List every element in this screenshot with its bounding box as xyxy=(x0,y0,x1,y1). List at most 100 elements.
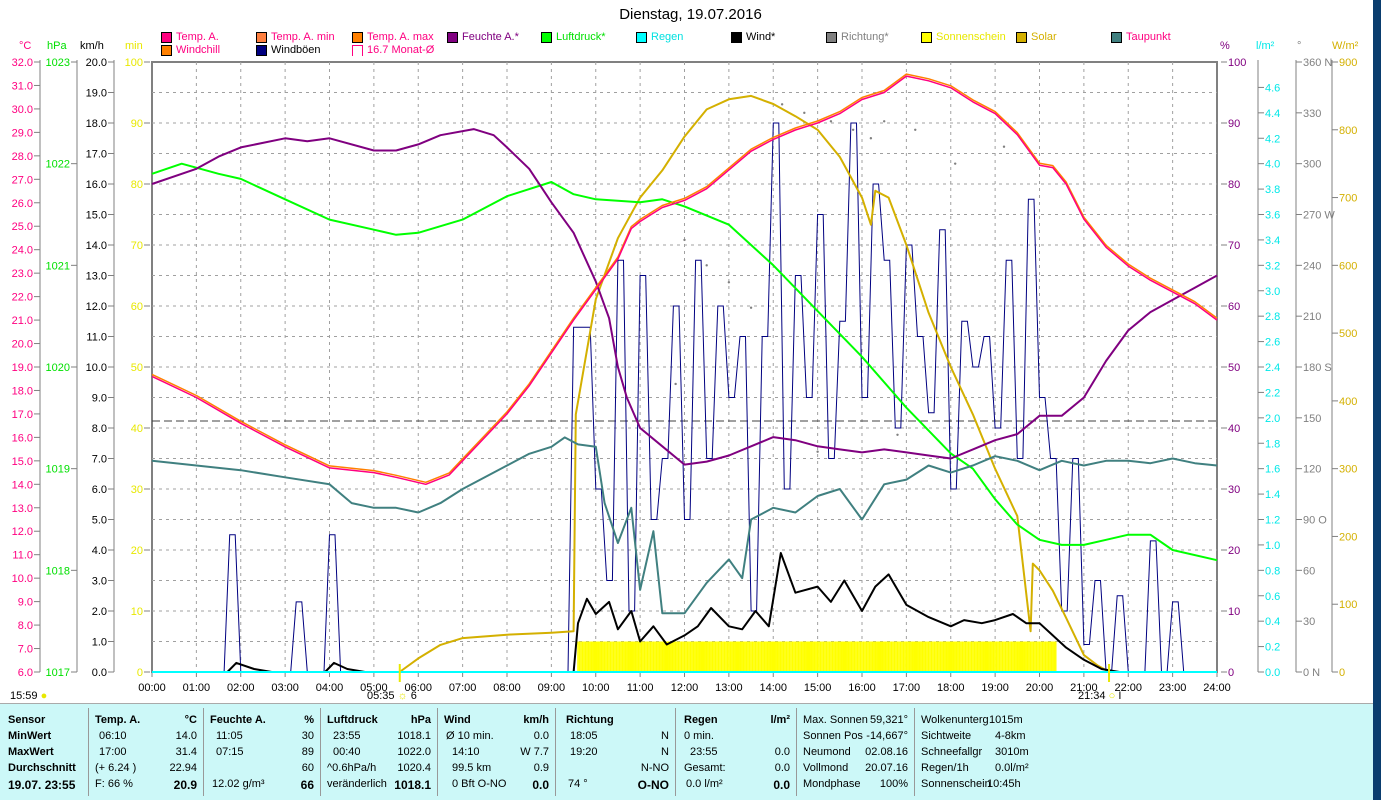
pressure-max-value: 1022.0 xyxy=(397,746,431,758)
unit-hpa: hPa xyxy=(47,40,67,52)
axis-label-lm2: 0.8 xyxy=(1265,565,1280,577)
humidity-min-value: 30 xyxy=(301,730,314,742)
axis-label-c: 7.0 xyxy=(18,644,33,656)
temp-min-time: 06:10 xyxy=(99,730,127,742)
axis-label-kmh: 18.0 xyxy=(86,118,107,130)
sunshine-label: Sonnenschein xyxy=(921,778,991,790)
axis-label-lm2: 2.0 xyxy=(1265,413,1280,425)
axis-label-lm2: 3.2 xyxy=(1265,260,1280,272)
direction-point xyxy=(674,382,677,386)
col-temp: Temp. A. °C 06:10 14.0 17:00 31.4 (+ 6.24 )… xyxy=(89,708,204,796)
axis-label-lm2: 1.2 xyxy=(1265,515,1280,527)
direction-point xyxy=(727,281,731,284)
sunrise-time: 05:35 ☼ 6 xyxy=(367,690,417,702)
sunrise-extra: 6 xyxy=(410,690,417,702)
direction-max-value: N xyxy=(661,746,669,758)
axis-label-min: 20 xyxy=(131,545,143,557)
col-wind: Wind km/h Ø 10 min. 0.0 14:10 W 7.7 99.5 km… xyxy=(438,708,556,796)
legend-swatch xyxy=(921,31,932,43)
x-tick-label: 20:00 xyxy=(1026,682,1054,694)
axis-label-lm2: 4.2 xyxy=(1265,133,1280,145)
axis-label-c: 8.0 xyxy=(18,620,33,632)
pressure-header: Luftdruck xyxy=(327,714,378,726)
axis-label-kmh: 6.0 xyxy=(92,484,107,496)
moon-icon: ● xyxy=(40,690,48,702)
axis-label-c: 9.0 xyxy=(18,597,33,609)
legend-swatch xyxy=(256,31,267,43)
humidity-current: 66 xyxy=(300,778,314,792)
axis-label-lm2: 3.8 xyxy=(1265,184,1280,196)
temp-max-value: 31.4 xyxy=(175,746,197,758)
direction-point xyxy=(683,238,686,242)
legend-swatch xyxy=(636,31,647,43)
axis-label-deg: 330 xyxy=(1303,108,1321,120)
axis-label-wm2: 100 xyxy=(1339,599,1357,611)
axis-label-wm2: 200 xyxy=(1339,531,1357,543)
unit-wm2: W/m² xyxy=(1332,40,1359,52)
rain-amount: 0.0 l/m² xyxy=(686,778,723,790)
axis-label-lm2: 3.6 xyxy=(1265,210,1280,222)
wind-current: 0.0 xyxy=(532,778,549,792)
axis-label-c: 28.0 xyxy=(12,151,33,163)
legend-item: 16.7 Monat-Ø xyxy=(352,44,434,56)
stats-panel: Sensor MinWert MaxWert Durchschnitt 19.0… xyxy=(0,703,1373,800)
rain-time: 23:55 xyxy=(690,746,718,758)
axis-label-kmh: 15.0 xyxy=(86,210,107,222)
durchschnitt-label: Durchschnitt xyxy=(8,762,76,774)
sun-icon: ☼ xyxy=(397,690,408,702)
humidity-max-value: 89 xyxy=(301,746,314,758)
moon-phase-label: Mondphase xyxy=(803,778,861,790)
axis-label-pct: 70 xyxy=(1228,240,1240,252)
axis-label-deg: 90 O xyxy=(1303,515,1327,527)
legend-swatch xyxy=(447,31,458,43)
direction-point xyxy=(803,111,806,115)
new-moon-label: Neumond xyxy=(803,746,851,758)
col-sensor: Sensor MinWert MaxWert Durchschnitt 19.0… xyxy=(0,708,89,796)
axis-label-c: 20.0 xyxy=(12,339,33,351)
direction-point xyxy=(869,137,873,140)
direction-header: Richtung xyxy=(566,714,614,726)
humidity-header: Feuchte A. xyxy=(210,714,266,726)
moonrise-time: 15:59 ● xyxy=(10,690,47,702)
legend-item: Taupunkt xyxy=(1111,31,1171,43)
axis-label-min: 60 xyxy=(131,301,143,313)
axis-label-lm2: 1.8 xyxy=(1265,438,1280,450)
snowline-value: 3010m xyxy=(995,746,1029,758)
axis-label-min: 100 xyxy=(125,57,143,69)
legend-item: Richtung* xyxy=(826,31,889,43)
max-sun-value: 59,321° xyxy=(869,714,908,726)
axis-label-pct: 10 xyxy=(1228,606,1240,618)
axis-label-lm2: 4.4 xyxy=(1265,108,1280,120)
legend-swatch xyxy=(352,44,363,56)
axis-label-c: 21.0 xyxy=(12,315,33,327)
current-timestamp: 19.07. 23:55 xyxy=(8,778,76,792)
legend-swatch xyxy=(1111,31,1122,43)
minwert-label: MinWert xyxy=(8,730,52,742)
humidity-absolute: 12.02 g/m³ xyxy=(212,778,265,790)
axis-label-lm2: 3.4 xyxy=(1265,235,1280,247)
axis-label-wm2: 700 xyxy=(1339,193,1357,205)
x-tick-label: 17:00 xyxy=(893,682,921,694)
axis-label-deg: 300 xyxy=(1303,159,1321,171)
axis-label-hpa: 1019 xyxy=(46,464,70,476)
pressure-min-value: 1018.1 xyxy=(397,730,431,742)
axis-label-kmh: 10.0 xyxy=(86,362,107,374)
axis-label-kmh: 16.0 xyxy=(86,179,107,191)
legend-item: Temp. A. min xyxy=(256,31,335,43)
rain-1h-label: Regen/1h xyxy=(921,762,969,774)
unit-degree: ° xyxy=(1297,40,1302,52)
x-tick-label: 03:00 xyxy=(271,682,299,694)
axis-label-lm2: 3.0 xyxy=(1265,286,1280,298)
axis-label-kmh: 3.0 xyxy=(92,576,107,588)
axis-label-hpa: 1023 xyxy=(46,57,70,69)
unit-kmh: km/h xyxy=(80,40,104,52)
x-tick-label: 13:00 xyxy=(715,682,743,694)
legend-label: Luftdruck* xyxy=(556,31,606,43)
axis-label-deg: 30 xyxy=(1303,616,1315,628)
axis-label-c: 12.0 xyxy=(12,526,33,538)
direction-point xyxy=(749,306,753,309)
axis-label-min: 90 xyxy=(131,118,143,130)
axis-label-deg: 210 xyxy=(1303,311,1321,323)
rain-1h-value: 0.0l/m² xyxy=(995,762,1029,774)
x-tick-label: 04:00 xyxy=(316,682,344,694)
